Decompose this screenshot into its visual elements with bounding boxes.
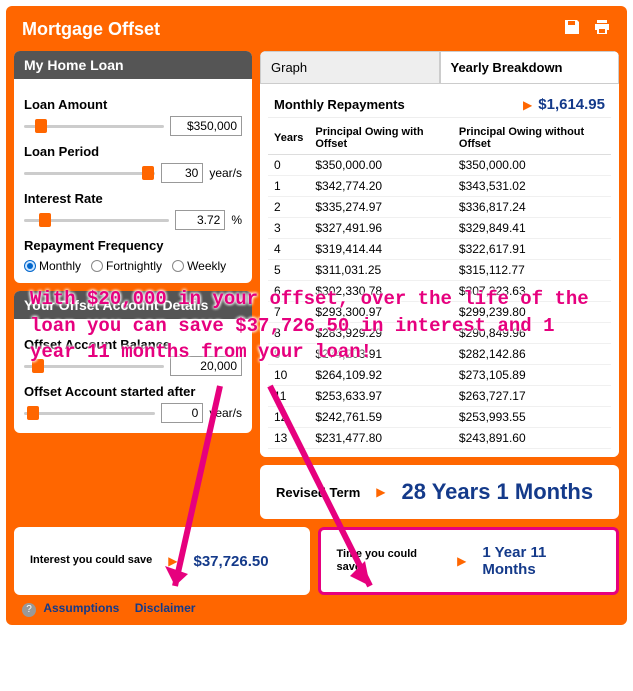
offset-balance-input[interactable] [170,356,242,376]
table-row: 4$319,414.44$322,617.91 [268,239,611,260]
offset-balance-slider[interactable] [24,359,164,373]
save-icon[interactable] [563,18,581,41]
table-row: 7$293,300.97$299,239.80 [268,302,611,323]
my-home-loan-panel: My Home Loan Loan Amount Loan Period yea… [14,51,252,283]
tab-yearly[interactable]: Yearly Breakdown [440,51,620,83]
table-row: 10$264,109.92$273,105.89 [268,365,611,386]
page-title: Mortgage Offset [22,19,160,40]
triangle-icon: ▶ [376,485,385,499]
monthly-repayments-value: $1,614.95 [538,96,605,113]
offset-start-label: Offset Account started after [24,384,242,399]
triangle-icon: ▶ [457,554,466,568]
freq-fortnightly-radio[interactable]: Fortnightly [91,259,162,273]
triangle-icon: ▶ [168,554,177,568]
panel-title: Your Offset Account Details [14,291,252,319]
time-save-value: 1 Year 11 Months [482,544,600,578]
table-row: 11$253,633.97$263,727.17 [268,386,611,407]
help-icon[interactable]: ? [22,603,36,617]
time-save-panel: Time you could save ▶ 1 Year 11 Months [318,527,620,595]
assumptions-link[interactable]: Assumptions [43,601,119,615]
freq-weekly-radio[interactable]: Weekly [172,259,226,273]
col-with-offset: Principal Owing with Offset [309,122,453,155]
monthly-repayments-label: Monthly Repayments [274,97,405,112]
table-row: 2$335,274.97$336,817.24 [268,197,611,218]
interest-rate-slider[interactable] [24,213,169,227]
interest-save-value: $37,726.50 [194,553,269,570]
panel-title: My Home Loan [14,51,252,79]
table-row: 8$283,929.29$290,849.96 [268,323,611,344]
interest-save-panel: Interest you could save ▶ $37,726.50 [14,527,310,595]
offset-details-panel: Your Offset Account Details Offset Accou… [14,291,252,433]
table-row: 3$327,491.96$329,849.41 [268,218,611,239]
table-row: 1$342,774.20$343,531.02 [268,176,611,197]
interest-rate-label: Interest Rate [24,191,242,206]
table-row: 9$274,203.91$282,142.86 [268,344,611,365]
loan-period-label: Loan Period [24,144,242,159]
offset-start-input[interactable] [161,403,203,423]
interest-rate-input[interactable] [175,210,225,230]
loan-period-unit: year/s [209,166,242,180]
col-years: Years [268,122,309,155]
offset-start-unit: year/s [209,406,242,420]
triangle-icon: ▶ [523,98,532,112]
tab-graph[interactable]: Graph [260,51,440,83]
interest-save-label: Interest you could save [30,554,152,567]
offset-start-slider[interactable] [24,406,155,420]
freq-monthly-radio[interactable]: Monthly [24,259,81,273]
table-row: 12$242,761.59$253,993.55 [268,407,611,428]
loan-amount-slider[interactable] [24,119,164,133]
loan-period-input[interactable] [161,163,203,183]
revised-term-panel: Revised Term ▶ 28 Years 1 Months [260,465,619,519]
revised-term-label: Revised Term [276,485,360,500]
footer: ? Assumptions Disclaimer [14,595,619,617]
table-row: 6$302,330.78$307,323.63 [268,281,611,302]
print-icon[interactable] [593,18,611,41]
disclaimer-link[interactable]: Disclaimer [135,601,196,615]
col-without-offset: Principal Owing without Offset [453,122,611,155]
loan-amount-input[interactable] [170,116,242,136]
offset-balance-label: Offset Account Balance [24,337,242,352]
time-save-label: Time you could save [337,548,442,574]
revised-term-value: 28 Years 1 Months [402,479,594,505]
frequency-label: Repayment Frequency [24,238,242,253]
yearly-breakdown-table: Years Principal Owing with Offset Princi… [268,122,611,449]
table-row: 0$350,000.00$350,000.00 [268,155,611,176]
table-row: 5$311,031.25$315,112.77 [268,260,611,281]
loan-amount-label: Loan Amount [24,97,242,112]
interest-rate-unit: % [231,213,242,227]
table-row: 13$231,477.80$243,891.60 [268,428,611,449]
loan-period-slider[interactable] [24,166,155,180]
